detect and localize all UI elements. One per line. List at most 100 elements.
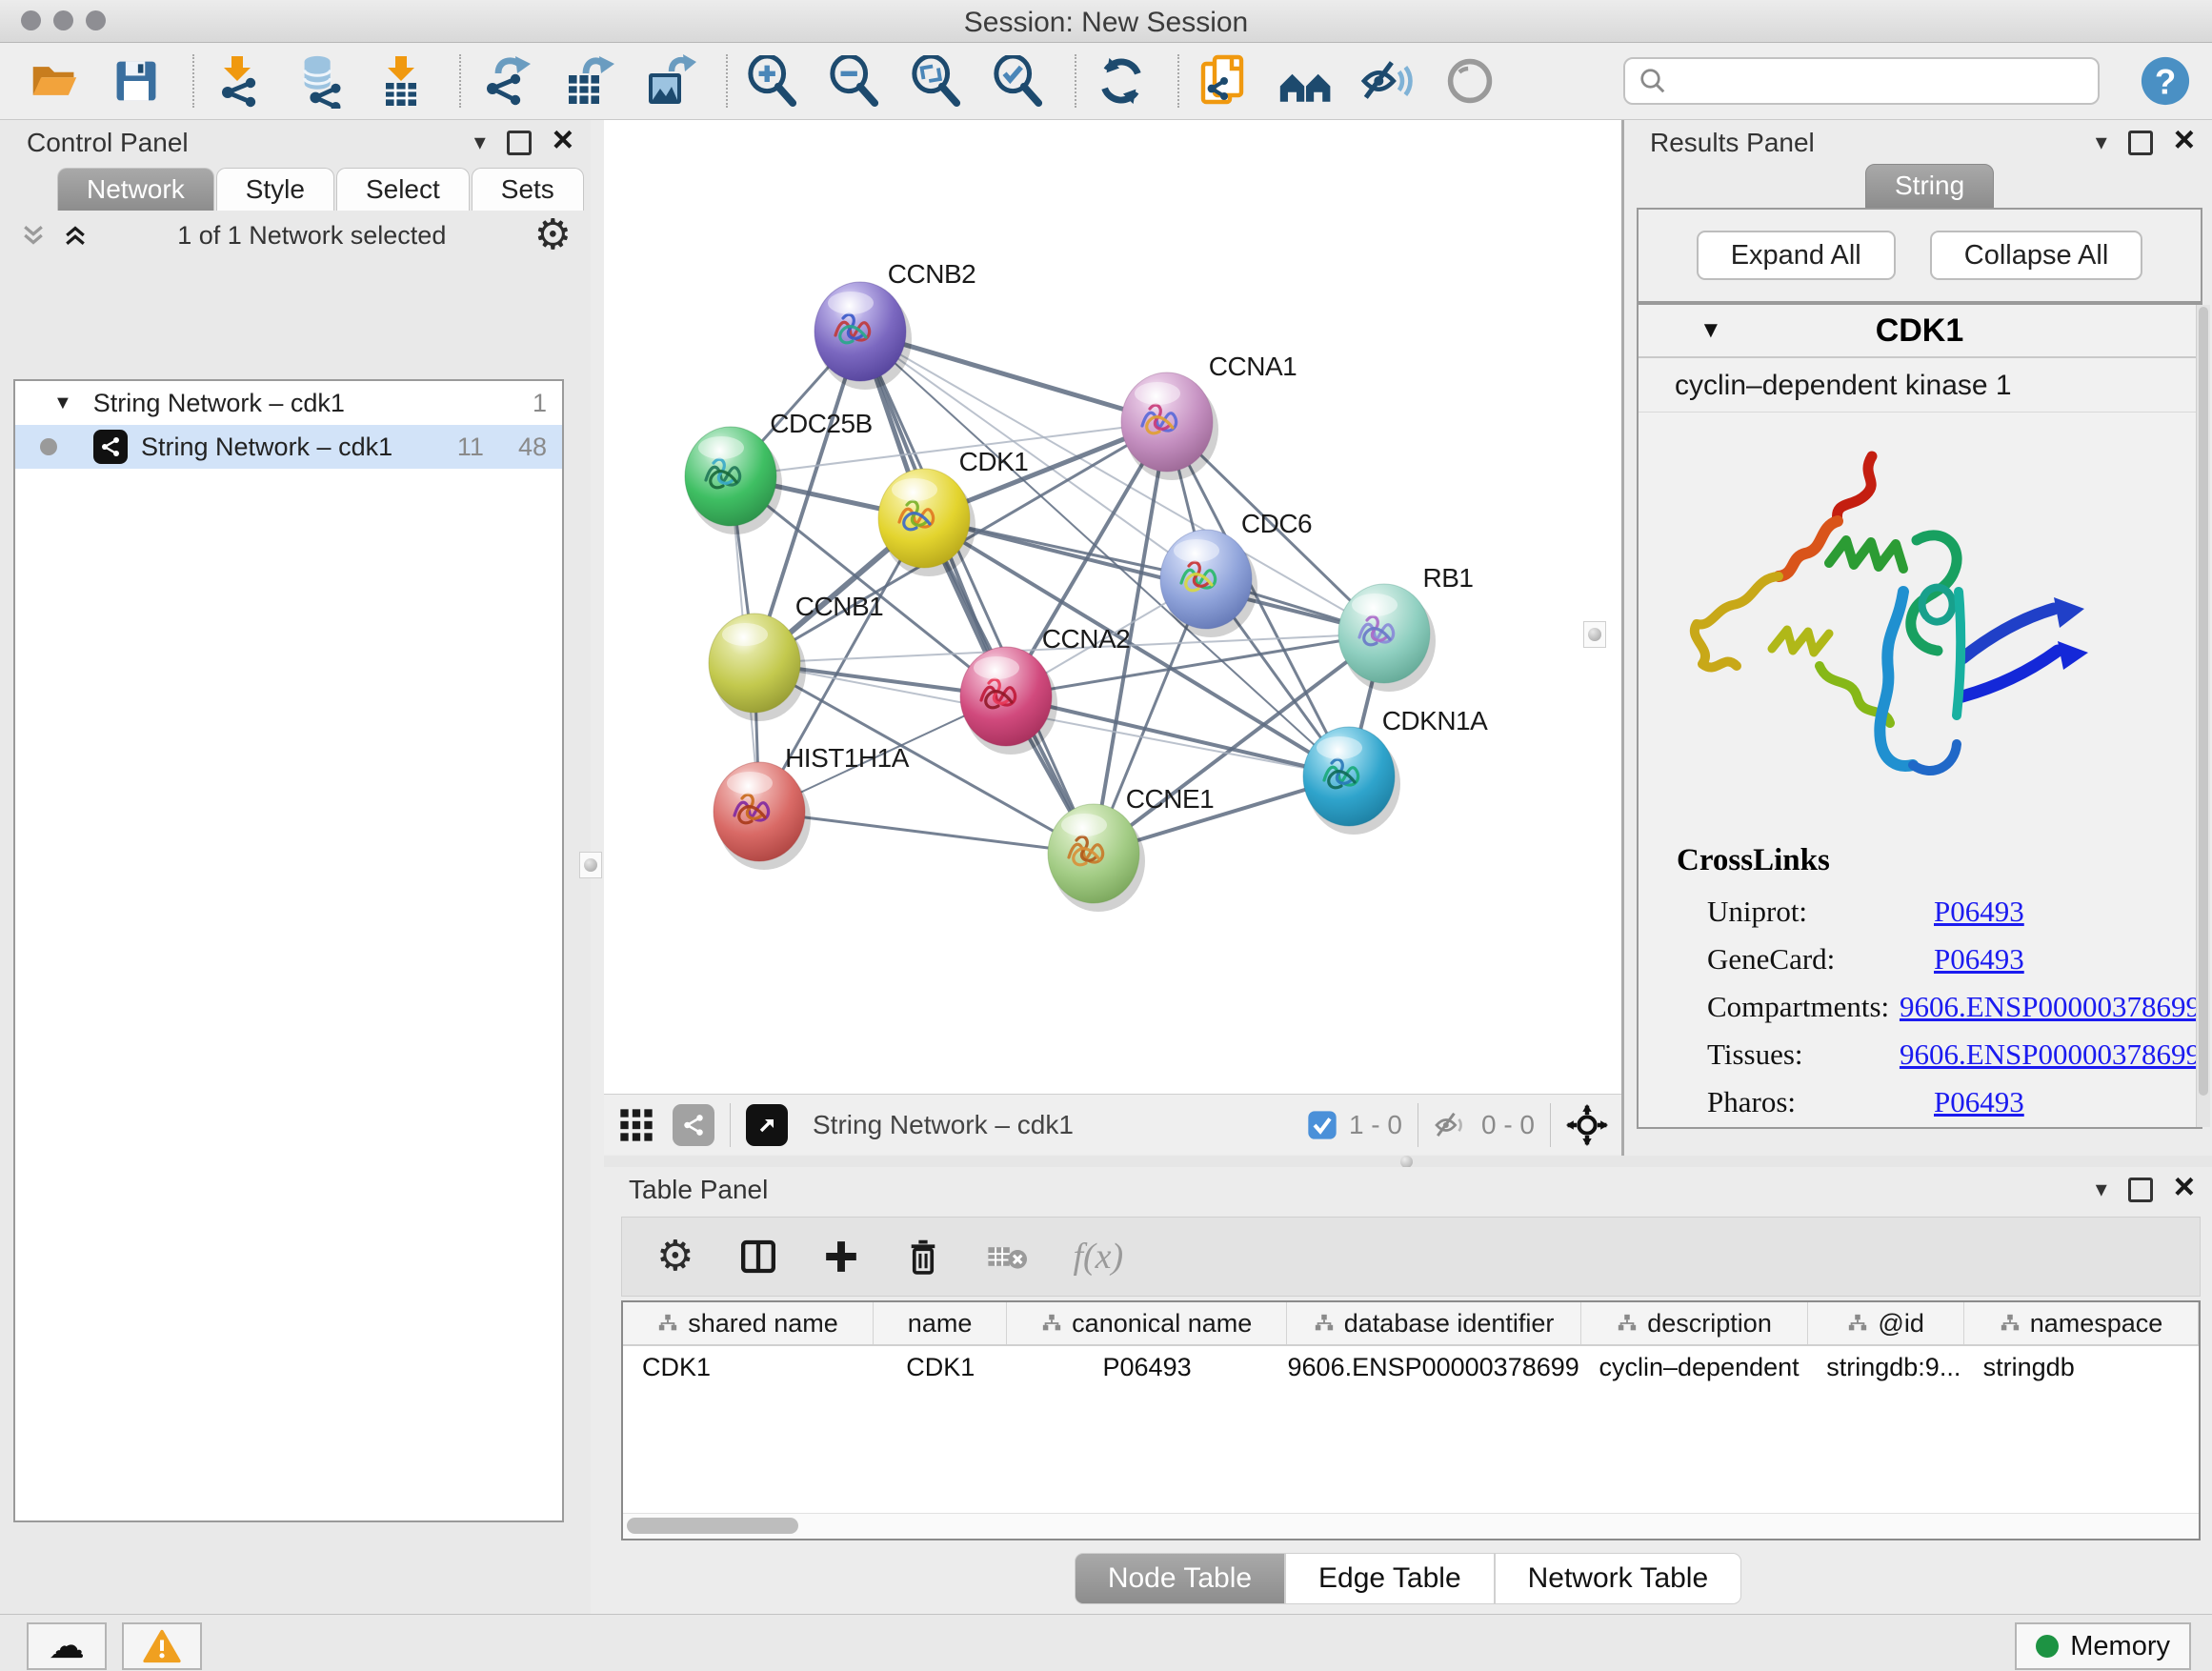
birds-eye-toggle-icon[interactable] [1566, 1104, 1608, 1146]
column-header-canonical-name[interactable]: canonical name [1007, 1302, 1287, 1344]
refresh-layout-button[interactable] [1094, 53, 1149, 109]
tab-select[interactable]: Select [336, 168, 470, 211]
edge-CCNA2-CDKN1A[interactable] [1006, 696, 1349, 776]
uniprot-link[interactable]: P06493 [1934, 895, 2024, 929]
network-label: String Network – cdk1 [141, 433, 392, 462]
delete-table-icon[interactable] [987, 1240, 1027, 1273]
zoom-in-button[interactable] [745, 53, 800, 109]
column-type-icon [657, 1313, 678, 1334]
edge-CCNB2-CCNE1[interactable] [860, 332, 1094, 854]
import-network-button[interactable] [211, 53, 267, 109]
close-panel-icon[interactable]: × [2174, 122, 2195, 158]
first-neighbors-button[interactable] [1196, 53, 1252, 109]
detach-view-icon[interactable] [746, 1104, 788, 1146]
network-row[interactable]: String Network – cdk1 11 48 [15, 425, 562, 469]
hide-selected-button[interactable] [1360, 53, 1416, 109]
zoom-fit-button[interactable] [909, 53, 964, 109]
show-hidden-button[interactable] [1442, 53, 1498, 109]
column-header-description[interactable]: description [1581, 1302, 1808, 1344]
float-panel-icon[interactable] [2128, 131, 2153, 155]
results-scrollbar[interactable] [2196, 305, 2210, 1127]
show-all-hide-button[interactable] [1278, 53, 1334, 109]
node-CCNA1[interactable] [1121, 372, 1218, 480]
close-panel-icon[interactable]: × [553, 122, 573, 158]
open-session-button[interactable] [27, 53, 82, 109]
zoom-selected-button[interactable] [991, 53, 1046, 109]
tab-sets[interactable]: Sets [472, 168, 584, 211]
float-panel-icon[interactable] [2128, 1178, 2153, 1202]
pharos-link[interactable]: P06493 [1934, 1085, 2024, 1119]
panel-menu-icon[interactable]: ▾ [2096, 131, 2107, 154]
selected-checkbox-icon[interactable] [1307, 1110, 1337, 1140]
left-splitter-handle[interactable] [579, 852, 602, 878]
export-image-button[interactable] [642, 53, 697, 109]
panel-menu-icon[interactable]: ▾ [474, 131, 486, 154]
node-CCNB2[interactable] [814, 282, 912, 390]
float-panel-icon[interactable] [507, 131, 532, 155]
tab-edge-table[interactable]: Edge Table [1285, 1553, 1495, 1604]
node-RB1[interactable] [1338, 584, 1436, 692]
column-header-name[interactable]: name [874, 1302, 1007, 1344]
memory-button[interactable]: Memory [2015, 1622, 2191, 1670]
grid-view-icon[interactable] [617, 1106, 655, 1144]
close-panel-icon[interactable]: × [2174, 1169, 2195, 1205]
tab-network-table[interactable]: Network Table [1495, 1553, 1742, 1604]
expand-all-icon[interactable] [61, 221, 90, 250]
network-collection-row[interactable]: ▼ String Network – cdk1 1 [15, 381, 562, 425]
help-button[interactable]: ? [2138, 53, 2193, 109]
network-canvas[interactable]: CCNB2CCNA1CDC25BCDK1CDC6RB1CCNB1CCNA2CDK… [604, 120, 1621, 1094]
function-builder-button[interactable]: f(x) [1073, 1236, 1123, 1278]
warnings-button[interactable] [122, 1622, 202, 1670]
collection-expand-icon[interactable]: ▼ [53, 393, 72, 414]
node-HIST1H1A[interactable] [714, 762, 811, 870]
node-CCNE1[interactable] [1048, 804, 1145, 912]
panel-menu-icon[interactable]: ▾ [2096, 1178, 2107, 1201]
collection-count: 1 [533, 389, 547, 418]
create-column-icon[interactable] [823, 1238, 859, 1275]
show-columns-icon[interactable] [739, 1238, 777, 1276]
expand-all-button[interactable]: Expand All [1697, 231, 1896, 280]
compartments-link[interactable]: 9606.ENSP00000378699 [1900, 990, 2201, 1024]
right-splitter-handle[interactable] [1583, 621, 1606, 648]
tab-style[interactable]: Style [216, 168, 334, 211]
network-view-icon[interactable] [673, 1104, 714, 1146]
gene-entry-header[interactable]: ▼ CDK1 [1639, 305, 2201, 358]
node-CCNA2[interactable] [960, 647, 1057, 755]
gene-description: cyclin–dependent kinase 1 [1639, 358, 2201, 413]
table-cell: CDK1 [874, 1346, 1007, 1388]
collapse-all-button[interactable]: Collapse All [1930, 231, 2143, 280]
column-header-namespace[interactable]: namespace [1964, 1302, 2199, 1344]
export-network-button[interactable] [478, 53, 533, 109]
edge-CDK1-RB1[interactable] [924, 518, 1384, 634]
import-network-from-database-button[interactable] [293, 53, 349, 109]
table-horizontal-scrollbar[interactable] [623, 1513, 2199, 1539]
export-table-button[interactable] [560, 53, 615, 109]
horizontal-splitter[interactable] [604, 1156, 2212, 1167]
gene-collapse-icon[interactable]: ▼ [1699, 317, 1722, 344]
node-CDC25B[interactable] [685, 427, 782, 534]
hidden-eye-icon[interactable] [1434, 1110, 1470, 1140]
table-options-gear-icon[interactable]: ⚙ [656, 1236, 694, 1278]
column-header-shared-name[interactable]: shared name [623, 1302, 874, 1344]
node-CDC6[interactable] [1160, 530, 1257, 637]
node-CDK1[interactable] [878, 469, 975, 576]
genecard-link[interactable]: P06493 [1934, 942, 2024, 976]
node-label-CCNA2: CCNA2 [1042, 624, 1130, 654]
collapse-all-icon[interactable] [19, 221, 48, 250]
node-CDKN1A[interactable] [1303, 727, 1400, 835]
tab-network[interactable]: Network [57, 168, 214, 211]
save-session-button[interactable] [109, 53, 164, 109]
column-header--id[interactable]: @id [1808, 1302, 1964, 1344]
cloud-status-button[interactable]: ☁ [27, 1622, 107, 1670]
search-input[interactable] [1677, 66, 2084, 97]
column-header-database-identifier[interactable]: database identifier [1287, 1302, 1580, 1344]
delete-column-icon[interactable] [905, 1238, 941, 1276]
tab-node-table[interactable]: Node Table [1075, 1553, 1285, 1604]
table-row[interactable]: CDK1CDK1P064939606.ENSP00000378699cyclin… [623, 1346, 2199, 1388]
tissues-link[interactable]: 9606.ENSP00000378699 [1900, 1037, 2201, 1072]
network-selection-status: 1 of 1 Network selected [90, 221, 534, 251]
tab-string[interactable]: String [1865, 164, 1994, 208]
zoom-out-button[interactable] [827, 53, 882, 109]
network-options-gear-icon[interactable]: ⚙ [534, 214, 572, 256]
import-table-button[interactable] [375, 53, 431, 109]
